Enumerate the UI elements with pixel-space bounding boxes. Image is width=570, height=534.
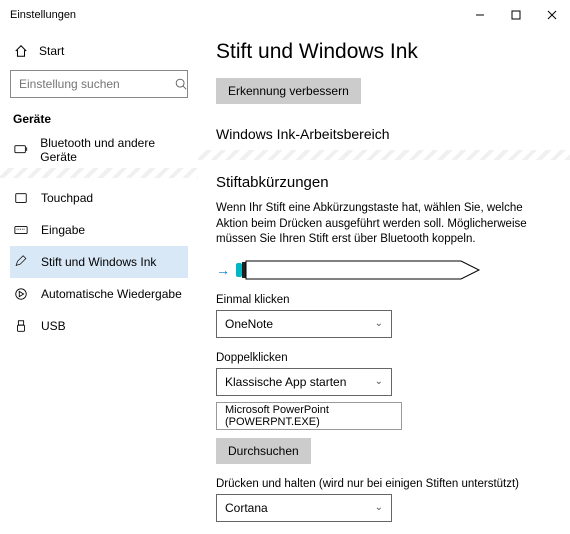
keyboard-icon: [13, 223, 29, 237]
home-link[interactable]: Start: [10, 36, 188, 66]
torn-divider: [0, 168, 198, 178]
home-icon: [13, 44, 29, 58]
search-input[interactable]: [19, 77, 174, 91]
click-once-label: Einmal klicken: [216, 294, 552, 306]
sidebar-item-label: Bluetooth und andere Geräte: [40, 136, 188, 164]
improve-recognition-button[interactable]: Erkennung verbessern: [216, 78, 361, 104]
usb-icon: [13, 319, 29, 333]
minimize-button[interactable]: [462, 0, 498, 30]
select-value: OneNote: [225, 317, 273, 331]
click-once-select[interactable]: OneNote ⌄: [216, 310, 392, 338]
sidebar: Start Geräte Bluetooth und andere Geräte…: [0, 30, 198, 534]
titlebar: Einstellungen: [0, 0, 570, 30]
chevron-down-icon: ⌄: [375, 376, 383, 387]
select-value: Klassische App starten: [225, 375, 346, 389]
content-pane: Stift und Windows Ink Erkennung verbesse…: [198, 30, 570, 534]
press-hold-select[interactable]: Cortana ⌄: [216, 494, 392, 522]
sidebar-item-autoplay[interactable]: Automatische Wiedergabe: [10, 278, 188, 310]
select-value: Cortana: [225, 501, 268, 515]
sidebar-item-pen[interactable]: Stift und Windows Ink: [10, 246, 188, 278]
search-icon: [174, 77, 188, 91]
chevron-down-icon: ⌄: [375, 318, 383, 329]
page-title: Stift und Windows Ink: [216, 40, 552, 64]
chevron-down-icon: ⌄: [375, 502, 383, 513]
workspace-heading: Windows Ink-Arbeitsbereich: [216, 126, 552, 142]
arrow-right-icon: →: [216, 262, 230, 278]
app-path-value: Microsoft PowerPoint (POWERPNT.EXE): [225, 404, 393, 428]
pen-icon: [13, 255, 29, 269]
sidebar-item-label: Eingabe: [41, 223, 85, 237]
shortcuts-heading: Stiftabkürzungen: [216, 174, 552, 191]
sidebar-item-label: Stift und Windows Ink: [41, 255, 156, 269]
sidebar-item-touchpad[interactable]: Touchpad: [10, 182, 188, 214]
sidebar-item-usb[interactable]: USB: [10, 310, 188, 342]
home-label: Start: [39, 44, 64, 58]
double-click-label: Doppelklicken: [216, 352, 552, 364]
press-hold-label: Drücken und halten (wird nur bei einigen…: [216, 478, 552, 490]
torn-divider: [198, 150, 570, 160]
close-button[interactable]: [534, 0, 570, 30]
search-box[interactable]: [10, 70, 188, 98]
pen-illustration: →: [216, 260, 552, 280]
category-label: Geräte: [10, 106, 188, 134]
autoplay-icon: [13, 287, 29, 301]
touchpad-icon: [13, 191, 29, 205]
app-path-field[interactable]: Microsoft PowerPoint (POWERPNT.EXE): [216, 402, 402, 430]
bluetooth-icon: [13, 143, 28, 157]
sidebar-item-bluetooth[interactable]: Bluetooth und andere Geräte: [10, 134, 188, 166]
sidebar-item-label: Touchpad: [41, 191, 93, 205]
pen-image: [236, 260, 481, 280]
shortcuts-description: Wenn Ihr Stift eine Abkürzungstaste hat,…: [216, 201, 536, 248]
sidebar-item-label: USB: [41, 319, 66, 333]
double-click-select[interactable]: Klassische App starten ⌄: [216, 368, 392, 396]
window-title: Einstellungen: [10, 9, 462, 21]
browse-button[interactable]: Durchsuchen: [216, 438, 311, 464]
sidebar-item-typing[interactable]: Eingabe: [10, 214, 188, 246]
sidebar-item-label: Automatische Wiedergabe: [41, 287, 182, 301]
maximize-button[interactable]: [498, 0, 534, 30]
